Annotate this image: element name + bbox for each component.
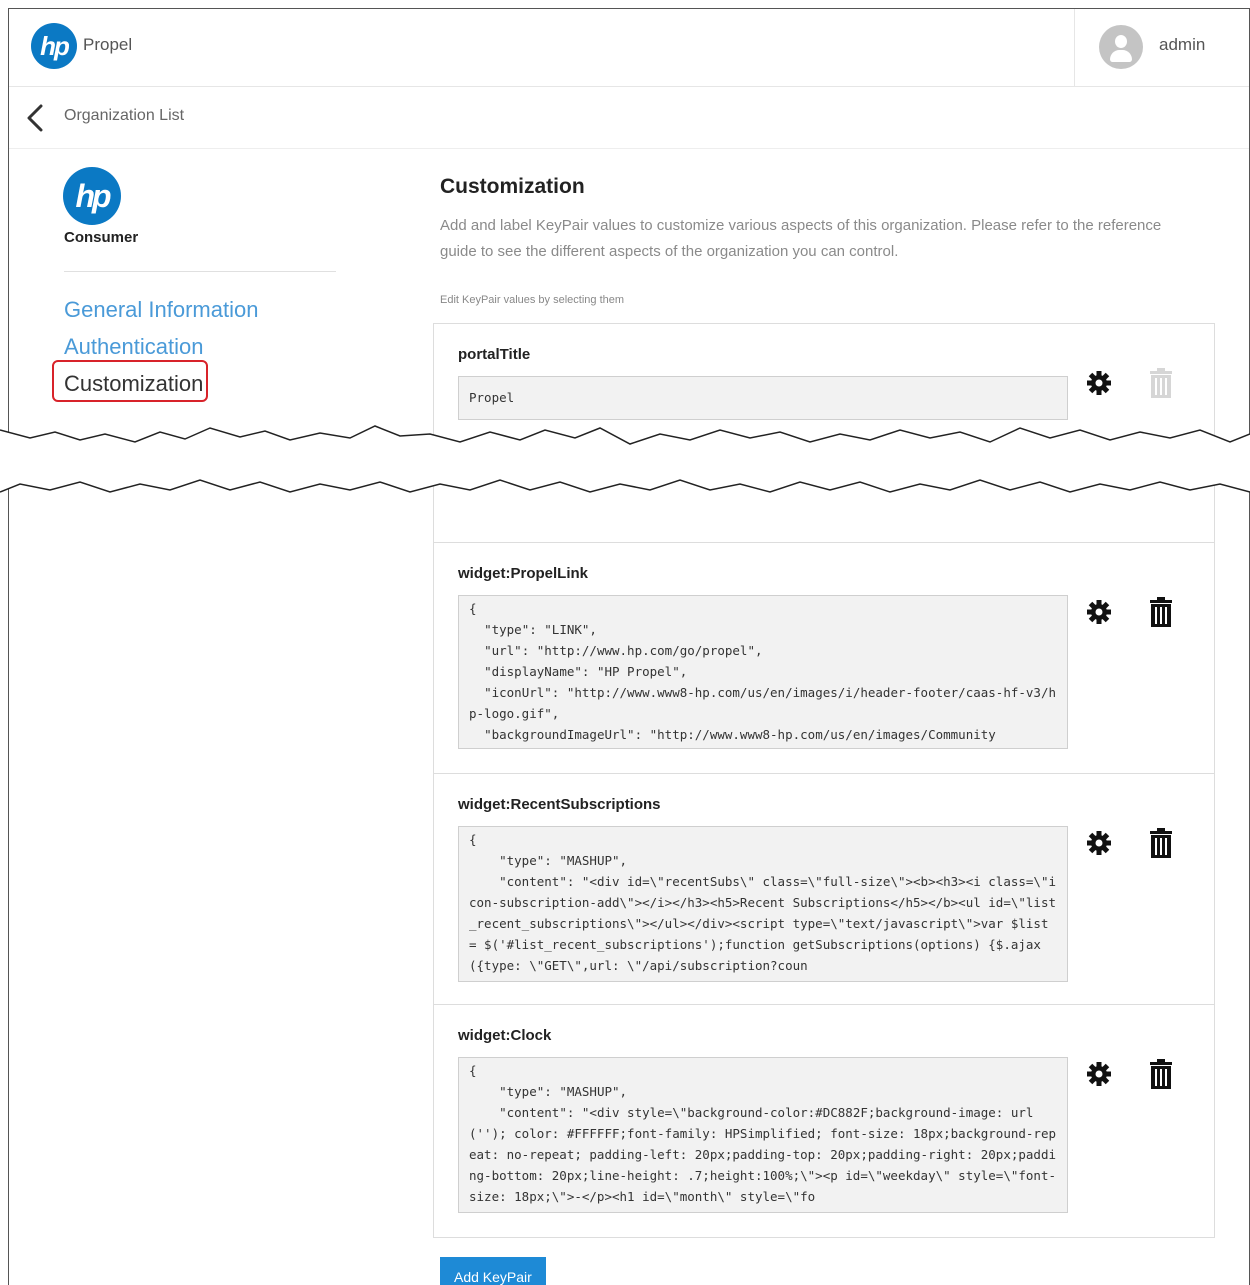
app-name[interactable]: Propel [83,35,132,55]
page-title: Customization [440,175,585,198]
app-window: hp Propel admin Organization List hp Con… [8,8,1250,1285]
breadcrumb-organization-list[interactable]: Organization List [64,107,184,125]
keypair-key: widget:PropelLink [458,565,589,582]
chevron-left-icon[interactable] [23,103,47,133]
divider [64,271,336,272]
gear-icon[interactable] [1084,1059,1114,1089]
user-avatar-icon[interactable] [1099,25,1143,69]
organization-name: Consumer [64,229,139,246]
edit-hint: Edit KeyPair values by selecting them [440,294,625,306]
trash-icon [1146,368,1176,398]
keypair-key: widget:Clock [458,1027,552,1044]
keypair-card-portaltitle[interactable]: portalTitle Propel [433,323,1215,543]
organization-logo: hp [63,167,121,225]
add-keypair-button[interactable]: Add KeyPair [440,1257,546,1285]
section-nav: General Information Authentication Custo… [64,291,258,402]
nav-customization[interactable]: Customization [64,365,258,402]
breadcrumb: Organization List [9,87,1249,149]
gear-icon[interactable] [1084,597,1114,627]
nav-general-information[interactable]: General Information [64,291,258,328]
keypair-value[interactable]: Propel [458,376,1068,420]
trash-icon[interactable] [1146,828,1176,858]
trash-icon[interactable] [1146,597,1176,627]
keypair-value[interactable]: { "type": "MASHUP", "content": "<div sty… [458,1057,1068,1213]
keypair-value[interactable]: { "type": "MASHUP", "content": "<div id=… [458,826,1068,982]
keypair-card-recentsubscriptions[interactable]: widget:RecentSubscriptions { "type": "MA… [433,773,1215,1005]
username[interactable]: admin [1159,35,1205,55]
keypair-key: widget:RecentSubscriptions [458,796,661,813]
page-description: Add and label KeyPair values to customiz… [440,217,1162,260]
keypair-card-clock[interactable]: widget:Clock { "type": "MASHUP", "conten… [433,1004,1215,1238]
top-bar: hp Propel admin [9,9,1249,87]
hp-logo[interactable]: hp [31,23,77,69]
keypair-card-propellink[interactable]: widget:PropelLink { "type": "LINK", "url… [433,542,1215,774]
user-menu[interactable]: admin [1074,9,1249,87]
keypair-value[interactable]: { "type": "LINK", "url": "http://www.hp.… [458,595,1068,749]
keypair-key: portalTitle [458,346,531,363]
nav-authentication[interactable]: Authentication [64,328,258,365]
gear-icon[interactable] [1084,368,1114,398]
trash-icon[interactable] [1146,1059,1176,1089]
gear-icon[interactable] [1084,828,1114,858]
